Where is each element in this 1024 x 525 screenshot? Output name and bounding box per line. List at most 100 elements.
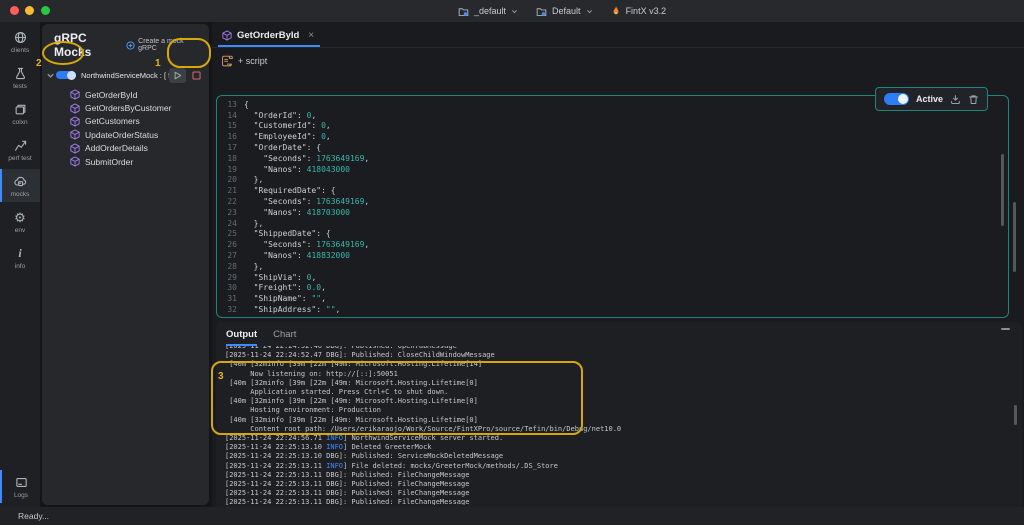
sidebar-item-perf-test[interactable]: perf test <box>0 133 40 166</box>
plus-circle-icon <box>126 41 135 50</box>
method-list: GetOrderById GetOrdersByCustomer GetCust… <box>42 88 209 168</box>
chevron-down-icon[interactable] <box>45 70 55 80</box>
chart-icon <box>14 138 27 153</box>
info-icon: i <box>18 246 21 261</box>
line-number: 23 <box>217 208 244 219</box>
log-line: [2025-11-24 22:25:13.10 INFO] Deleted Gr… <box>225 443 1008 452</box>
code-line: 27 "Nanos": 418832000 <box>217 251 1008 262</box>
code-line: 24 }, <box>217 219 1008 230</box>
delete-icon[interactable] <box>968 94 979 105</box>
line-number: 25 <box>217 229 244 240</box>
code-line: 16 "EmployeeId": 0, <box>217 132 1008 143</box>
globe-icon <box>14 30 27 45</box>
stop-mock-button[interactable] <box>190 69 203 82</box>
create-mock-button[interactable]: Create a mock gRPC <box>126 38 203 52</box>
log-scrollbar[interactable] <box>1014 405 1017 425</box>
code-line: 29 "ShipVia": 0, <box>217 273 1008 284</box>
environment-selector[interactable]: Default <box>552 6 581 16</box>
cube-icon <box>70 103 80 114</box>
log-line: [40m [32minfo [39m [22m [49m: Microsoft.… <box>225 379 1008 388</box>
code-line: 17 "OrderDate": { <box>217 143 1008 154</box>
log-line: Now listening on: http://[::]:50051 <box>225 370 1008 379</box>
line-number: 33 <box>217 316 244 318</box>
line-number: 32 <box>217 305 244 316</box>
main-pane: GetOrderById × + script 12 13 { 14 "Orde… <box>212 22 1024 507</box>
code-line: 32 "ShipAddress": "", <box>217 305 1008 316</box>
tab-output[interactable]: Output <box>226 329 257 346</box>
import-icon[interactable] <box>950 94 961 105</box>
minimize-panel-icon[interactable] <box>1001 328 1010 330</box>
line-number: 15 <box>217 121 244 132</box>
workspace-selector[interactable]: _default <box>474 6 506 16</box>
log-line: [40m [32minfo [39m [22m [49m: Microsoft.… <box>225 397 1008 406</box>
line-number: 29 <box>217 273 244 284</box>
sidebar-item-tests[interactable]: tests <box>0 61 40 94</box>
tab-getorderbyid[interactable]: GetOrderById × <box>218 30 320 47</box>
line-number: 22 <box>217 197 244 208</box>
status-text: Ready... <box>18 511 49 521</box>
output-panel: Output Chart [2025-11-24 22:24:52.46 DBG… <box>216 322 1022 507</box>
active-control: Active <box>875 87 988 111</box>
sidebar-item-mocks[interactable]: mocks <box>0 169 40 202</box>
code-line: 33 "ShipCity": "", <box>217 316 1008 318</box>
sidebar-item-colxn[interactable]: colxn <box>0 97 40 130</box>
log-line: [2025-11-24 22:25:13.11 DBG]: Published:… <box>225 480 1008 489</box>
response-editor[interactable]: 12 13 { 14 "OrderId": 0, 15 "CustomerId"… <box>216 95 1009 318</box>
log-line: [2025-11-24 22:25:13.11 INFO] File delet… <box>225 462 1008 471</box>
chevron-down-icon[interactable] <box>511 8 518 15</box>
service-name: NorthwindServiceMock : [ 5005 <box>81 71 169 80</box>
add-script-button[interactable]: + script <box>212 48 1024 73</box>
service-tree-row[interactable]: NorthwindServiceMock : [ 5005 <box>42 66 209 84</box>
service-enabled-toggle[interactable] <box>56 71 76 79</box>
code-line: 31 "ShipName": "", <box>217 294 1008 305</box>
log-line: [2025-11-24 22:25:13.11 DBG]: Published:… <box>225 498 1008 505</box>
code-line: 18 "Seconds": 1763649169, <box>217 154 1008 165</box>
start-mock-button[interactable] <box>169 68 186 83</box>
tab-bar: GetOrderById × <box>212 22 1024 48</box>
code-line: 15 "CustomerId": 0, <box>217 121 1008 132</box>
mock-method-getordersbycustomer[interactable]: GetOrdersByCustomer <box>42 101 209 114</box>
cloud-icon <box>14 174 27 189</box>
tab-chart[interactable]: Chart <box>273 329 296 346</box>
log-line: [2025-11-24 22:24:52.47 DBG]: Published:… <box>225 351 1008 360</box>
mock-method-updateorderstatus[interactable]: UpdateOrderStatus <box>42 128 209 141</box>
editor-scrollbar[interactable] <box>1001 154 1004 226</box>
code-line: 20 }, <box>217 175 1008 186</box>
terminal-icon <box>15 475 28 490</box>
sidebar-item-clients[interactable]: clients <box>0 25 40 58</box>
active-toggle[interactable] <box>884 93 909 105</box>
log-line: [2025-11-24 22:25:13.10 DBG]: Published:… <box>225 452 1008 461</box>
code-line: 21 "RequiredDate": { <box>217 186 1008 197</box>
line-number: 24 <box>217 219 244 230</box>
cube-icon <box>222 30 232 41</box>
line-number: 13 <box>217 100 244 111</box>
sidebar-item-env[interactable]: ⚙ env <box>0 205 40 238</box>
mock-method-getorderbyid[interactable]: GetOrderById <box>42 88 209 101</box>
cube-icon <box>70 143 80 154</box>
play-icon <box>172 70 183 81</box>
app-window: _default Default FintX v3.2 clients test… <box>0 0 1024 525</box>
log-line: Hosting environment: Production <box>225 406 1008 415</box>
code-line: 22 "Seconds": 1763649169, <box>217 197 1008 208</box>
mock-method-getcustomers[interactable]: GetCustomers <box>42 115 209 128</box>
mock-method-addorderdetails[interactable]: AddOrderDetails <box>42 142 209 155</box>
status-bar: Ready... <box>0 507 1024 525</box>
traffic-light-minimize-icon[interactable] <box>25 6 34 15</box>
flame-icon <box>611 5 621 17</box>
mock-method-submitorder[interactable]: SubmitOrder <box>42 155 209 168</box>
log-line: Application started. Press Ctrl+C to shu… <box>225 388 1008 397</box>
pane-scrollbar[interactable] <box>1013 202 1016 272</box>
code-line: 28 }, <box>217 262 1008 273</box>
traffic-light-close-icon[interactable] <box>10 6 19 15</box>
close-tab-icon[interactable]: × <box>308 30 314 41</box>
sidebar-item-logs[interactable]: Logs <box>0 470 40 503</box>
log-line: [2025-11-24 22:25:13.11 DBG]: Published:… <box>225 471 1008 480</box>
log-view[interactable]: [2025-11-24 22:24:52.46 DBG]: Published:… <box>225 346 1008 505</box>
scroll-icon <box>220 54 234 68</box>
sidebar-item-info[interactable]: i info <box>0 241 40 274</box>
sidebar-rail: clients tests colxn perf test mocks ⚙ en… <box>0 22 40 507</box>
chevron-down-icon[interactable] <box>586 8 593 15</box>
traffic-light-zoom-icon[interactable] <box>41 6 50 15</box>
line-number: 19 <box>217 165 244 176</box>
cube-icon <box>70 156 80 167</box>
